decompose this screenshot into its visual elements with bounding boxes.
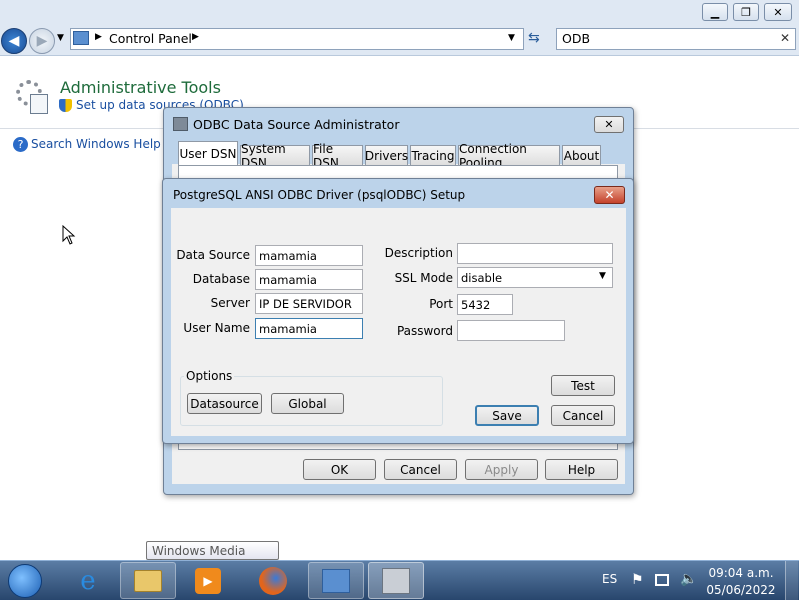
password-label: Password [396,324,453,338]
setup-close-button[interactable]: ✕ [594,186,625,204]
setup-cancel-button[interactable]: Cancel [551,405,615,426]
search-box[interactable]: ODB ✕ [556,28,796,50]
tab-connection-pooling[interactable]: Connection Pooling [458,142,560,170]
ssl-mode-select[interactable]: disable ▼ [457,267,613,288]
clock-time[interactable]: 09:04 a.m. [706,566,776,580]
tab-about[interactable]: About [562,145,601,165]
port-field[interactable]: 5432 [457,294,513,315]
language-indicator[interactable]: ES [602,572,617,586]
odbc-cancel-button[interactable]: Cancel [384,459,457,480]
tab-user-dsn[interactable]: User DSN [178,141,238,166]
action-center-flag-icon[interactable]: ⚑ [631,572,644,588]
taskbar-odbc-admin[interactable] [368,562,424,599]
help-button[interactable]: Help [545,459,618,480]
test-button[interactable]: Test [551,375,615,396]
taskbar-internet-explorer[interactable]: e [60,562,116,599]
taskbar-firefox[interactable] [245,562,301,599]
odbc-dialog-title: ODBC Data Source Administrator [193,117,400,132]
odbc-admin-icon [382,567,410,594]
page-title[interactable]: Administrative Tools [60,78,221,97]
uac-shield-icon [59,99,72,112]
ssl-mode-label: SSL Mode [394,271,453,285]
control-panel-icon [73,31,89,45]
save-button[interactable]: Save [475,405,539,426]
options-label: Options [184,369,235,383]
search-input[interactable]: ODB [562,31,590,46]
description-label: Description [384,246,453,260]
close-window-button[interactable]: ✕ [764,3,792,21]
internet-explorer-icon: e [80,565,96,596]
volume-icon[interactable]: 🔈 [680,571,697,587]
mouse-cursor-icon [62,225,76,245]
help-icon: ? [13,137,28,152]
taskbar-windows-explorer[interactable] [120,562,176,599]
recent-pages-dropdown[interactable]: ▼ [57,33,64,43]
user-name-label: User Name [183,321,250,335]
odbc-close-button[interactable]: ✕ [594,116,624,133]
arrow-right-icon: ▶ [36,33,48,49]
user-name-field[interactable]: mamamia [255,318,363,339]
data-source-label: Data Source [176,248,250,262]
breadcrumb-chevron-icon[interactable]: ▶ [95,32,102,42]
windows-logo-icon [8,563,42,598]
datasource-button[interactable]: Datasource [187,393,262,414]
clock-date[interactable]: 05/06/2022 [706,583,776,597]
minimize-button[interactable]: ▁ [702,3,728,21]
tab-system-dsn[interactable]: System DSN [240,142,310,170]
ssl-mode-value: disable [461,271,503,285]
taskbar-control-panel[interactable] [308,562,364,599]
search-help-link[interactable]: Search Windows Help an [31,137,180,151]
taskbar-media-player[interactable]: ▶ [180,562,236,599]
control-panel-icon [322,568,350,593]
window-titlebar: ▁ ❐ ✕ [0,0,799,26]
port-label: Port [429,297,453,311]
address-dropdown-icon[interactable]: ▼ [508,33,515,43]
dropdown-arrow-icon[interactable]: ▼ [599,271,606,281]
odbc-app-icon [173,117,188,131]
taskbar-tooltip: Windows Media Player [146,541,279,572]
global-button[interactable]: Global [271,393,344,414]
server-field[interactable]: IP DE SERVIDOR [255,293,363,314]
server-label: Server [210,296,250,310]
refresh-icon[interactable]: ⇆ [528,30,540,46]
tab-tracing[interactable]: Tracing [410,145,456,165]
clear-search-icon[interactable]: ✕ [780,31,790,45]
breadcrumb-chevron-icon[interactable]: ▶ [192,32,199,42]
back-button[interactable]: ◀ [1,28,27,54]
description-field[interactable] [457,243,613,264]
address-bar[interactable]: ▶ Control Panel ▶ ▼ [70,28,524,50]
administrative-tools-icon [16,80,50,114]
tab-file-dsn[interactable]: File DSN [312,142,363,170]
database-label: Database [192,272,250,286]
tab-drivers[interactable]: Drivers [365,145,408,165]
apply-button[interactable]: Apply [465,459,538,480]
arrow-left-icon: ◀ [8,33,20,49]
start-button[interactable] [0,562,50,599]
setup-dialog-title: PostgreSQL ANSI ODBC Driver (psqlODBC) S… [173,188,466,202]
password-field[interactable] [457,320,565,341]
forward-button[interactable]: ▶ [29,28,55,54]
firefox-icon [259,566,287,595]
restore-button[interactable]: ❐ [733,3,759,21]
data-source-field[interactable]: mamamia [255,245,363,266]
breadcrumb-control-panel[interactable]: Control Panel [109,31,192,46]
folder-icon [134,569,162,592]
network-icon[interactable] [655,574,669,586]
database-field[interactable]: mamamia [255,269,363,290]
media-player-icon: ▶ [195,567,221,594]
ok-button[interactable]: OK [303,459,376,480]
show-desktop-button[interactable] [785,561,798,600]
